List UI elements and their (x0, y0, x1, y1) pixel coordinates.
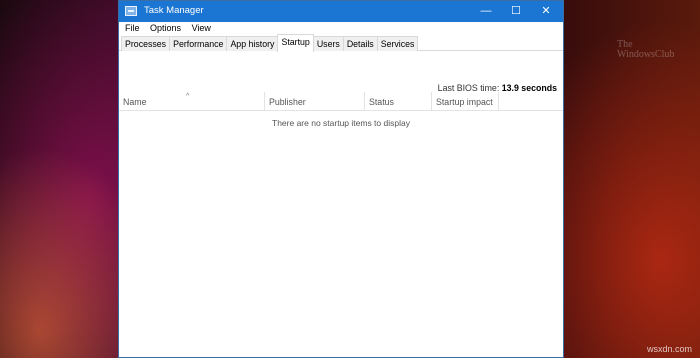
menu-bar: File Options View (119, 22, 563, 35)
minimize-button[interactable]: — (471, 1, 501, 22)
task-manager-icon (125, 6, 137, 16)
maximize-button[interactable]: ☐ (501, 1, 531, 22)
tab-app-history[interactable]: App history (226, 36, 279, 51)
menu-file[interactable]: File (122, 22, 143, 34)
column-headers: ^ Name Publisher Status Startup impact (119, 92, 563, 111)
column-header-startup-impact[interactable]: Startup impact (432, 92, 499, 110)
tab-performance[interactable]: Performance (169, 36, 228, 51)
watermark-url: wsxdn.com (646, 344, 692, 354)
menu-view[interactable]: View (189, 22, 214, 34)
title-bar[interactable]: Task Manager — ☐ ✕ (119, 1, 563, 22)
column-header-publisher[interactable]: Publisher (265, 92, 365, 110)
tab-strip: Processes Performance App history Startu… (119, 34, 563, 52)
tab-startup[interactable]: Startup (277, 34, 314, 52)
tab-processes[interactable]: Processes (121, 36, 171, 51)
menu-options[interactable]: Options (147, 22, 184, 34)
tab-details[interactable]: Details (342, 36, 378, 51)
close-button[interactable]: ✕ (531, 1, 561, 22)
column-header-name[interactable]: ^ Name (119, 92, 265, 110)
tab-services[interactable]: Services (376, 36, 419, 51)
window-title: Task Manager (144, 5, 204, 16)
sort-ascending-icon: ^ (186, 93, 190, 100)
task-manager-window: Task Manager — ☐ ✕ File Options View Pro… (118, 0, 564, 358)
empty-list-message: There are no startup items to display (272, 118, 410, 128)
column-header-status[interactable]: Status (365, 92, 432, 110)
tab-users[interactable]: Users (312, 36, 344, 51)
watermark-logo: The WindowsClub (617, 39, 675, 60)
